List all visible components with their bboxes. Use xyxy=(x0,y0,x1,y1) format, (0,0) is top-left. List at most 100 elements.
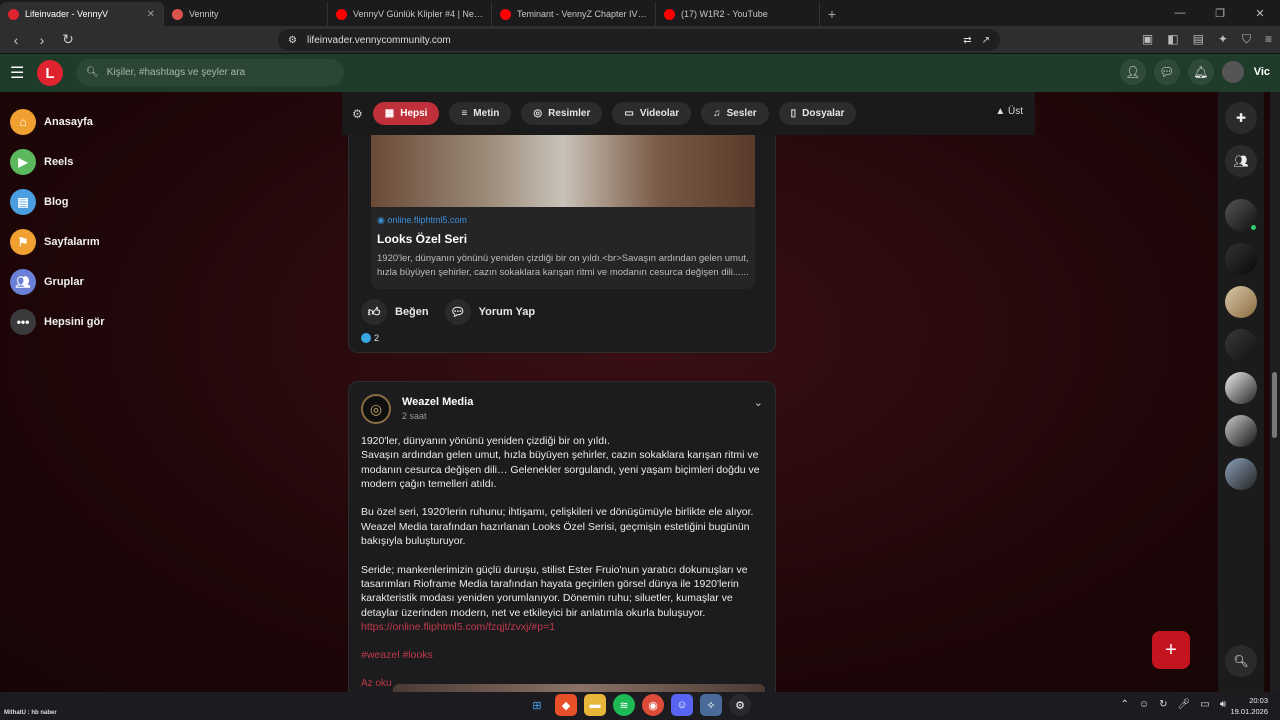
scrollbar-thumb[interactable] xyxy=(1272,372,1277,438)
browser-tab[interactable]: Teminant - VennyZ Chapter IV - YouT xyxy=(492,2,656,26)
caret-up-icon: ▲ xyxy=(995,106,1006,117)
minimize-icon[interactable]: — xyxy=(1160,0,1200,26)
filter-files[interactable]: ▯ Dosyalar xyxy=(778,102,857,125)
brave-icon[interactable]: ◆ xyxy=(555,694,577,716)
lifeinvader-logo[interactable]: L xyxy=(37,60,63,86)
browser-tab[interactable]: (17) W1R2 - YouTube xyxy=(656,2,820,26)
filter-videos[interactable]: ▭ Videolar xyxy=(612,102,692,125)
hamburger-menu-icon[interactable]: ☰ xyxy=(10,63,28,83)
post-paragraph: Bu özel seri, 1920'lerin ruhunu; ihtişam… xyxy=(361,506,754,548)
app-icon[interactable]: ✧ xyxy=(700,694,722,716)
display-icon[interactable]: ▭ xyxy=(1200,699,1209,710)
file-explorer-icon[interactable]: ▬ xyxy=(584,694,606,716)
tab-close-icon[interactable]: ✕ xyxy=(147,9,155,20)
link-preview-image xyxy=(371,135,755,207)
sidebar-item-blog[interactable]: ▤ Blog xyxy=(10,182,210,222)
scroll-top-button[interactable]: ▲ Üst xyxy=(995,106,1023,117)
filter-settings-icon[interactable]: ⚙ xyxy=(352,107,363,121)
all-icon: ▦ xyxy=(384,108,395,119)
like-button[interactable]: 👍︎ Beğen xyxy=(361,299,429,325)
notifications-icon[interactable]: 🔔︎ xyxy=(1187,59,1214,85)
taskbar: MithatU : hb naber ⊞ ◆ ▬ ≋ ◉ ☺ ✧ ⚙ ⌃ ☺ ↻… xyxy=(0,692,1280,720)
taskbar-clock[interactable]: 20:03 19.01.2026 xyxy=(1230,695,1268,717)
avatar[interactable] xyxy=(1225,243,1257,275)
avatar[interactable] xyxy=(1225,415,1257,447)
avatar[interactable] xyxy=(1225,372,1257,404)
wallet-icon[interactable]: ▤ xyxy=(1193,32,1204,47)
comment-button[interactable]: 💬︎ Yorum Yap xyxy=(444,299,536,325)
steam-icon[interactable]: ⚙ xyxy=(729,694,751,716)
volume-icon[interactable]: 🔊︎ xyxy=(1220,699,1226,710)
taskbar-status-text: MithatU : hb naber xyxy=(4,710,57,716)
new-chat-icon[interactable]: ✚ xyxy=(1225,102,1257,134)
forward-icon[interactable]: › xyxy=(34,32,50,48)
search-input[interactable] xyxy=(106,67,327,78)
post-author[interactable]: Weazel Media xyxy=(402,396,473,408)
post-hashtags[interactable]: #weazel #looks xyxy=(361,648,765,662)
chevron-up-icon[interactable]: ⌃ xyxy=(1121,699,1129,710)
sidebar-item-reels[interactable]: ▶ Reels xyxy=(10,142,210,182)
shield-icon[interactable]: ⛉ xyxy=(1242,32,1251,47)
spotify-icon[interactable]: ≋ xyxy=(613,694,635,716)
filter-label: Resimler xyxy=(548,108,591,119)
close-window-icon[interactable]: ✕ xyxy=(1240,0,1280,26)
reaction-summary[interactable]: 2 xyxy=(361,333,379,343)
reload-icon[interactable]: ↻ xyxy=(60,31,76,48)
username[interactable]: Vic xyxy=(1254,66,1270,78)
filter-all[interactable]: ▦ Hepsi xyxy=(372,102,440,125)
chevron-down-icon[interactable]: ⌄ xyxy=(754,396,763,409)
text-icon: ≡ xyxy=(461,108,468,119)
find-people-icon[interactable]: 🔍︎ xyxy=(1225,645,1257,677)
right-rail: ✚ 👥︎ 🔍︎ xyxy=(1218,92,1264,692)
ai-icon[interactable]: ✦ xyxy=(1218,32,1228,47)
browser-tab[interactable]: Vennity xyxy=(164,2,328,26)
url-field[interactable]: ⚙ lifeinvader.vennycommunity.com ⇄ ↗ xyxy=(278,29,1000,51)
groups-icon: 👥︎ xyxy=(10,269,36,295)
search-box: 🔍︎ xyxy=(76,59,344,86)
browser-tab[interactable]: Lifeinvader - VennyV ✕ xyxy=(0,2,164,26)
avatar[interactable] xyxy=(1225,458,1257,490)
menu-icon[interactable]: ≡ xyxy=(1265,32,1272,47)
sidebar-item-anasayfa[interactable]: ⌂ Anasayfa xyxy=(10,102,210,142)
post-image[interactable] xyxy=(393,684,765,692)
filter-images[interactable]: ◎ Resimler xyxy=(521,102,603,125)
link-source: ◉ online.fliphtml5.com xyxy=(371,207,755,226)
avatar[interactable] xyxy=(1225,286,1257,318)
link-preview[interactable]: ◉ online.fliphtml5.com Looks Özel Seri 1… xyxy=(371,135,755,289)
create-post-button[interactable]: + xyxy=(1152,631,1190,669)
scrollbar[interactable] xyxy=(1270,92,1280,692)
sidebar-icon[interactable]: ◧ xyxy=(1167,32,1178,47)
translate-icon[interactable]: ⇄ xyxy=(963,35,971,46)
post-link[interactable]: https://online.fliphtml5.com/fzqjt/zvxj/… xyxy=(361,621,555,633)
avatar[interactable] xyxy=(1225,329,1257,361)
add-friend-icon[interactable]: 👥︎ xyxy=(1225,145,1257,177)
share-icon[interactable]: ↗ xyxy=(982,35,990,46)
windows-start-icon[interactable]: ⊞ xyxy=(526,694,548,716)
discord-icon[interactable]: ☺ xyxy=(671,694,693,716)
filter-label: Hepsi xyxy=(400,108,428,119)
chrome-icon[interactable]: ◉ xyxy=(642,694,664,716)
new-tab-icon[interactable]: + xyxy=(820,2,844,26)
discord-tray-icon[interactable]: ☺ xyxy=(1139,699,1149,710)
back-icon[interactable]: ‹ xyxy=(8,32,24,48)
post-time[interactable]: 2 saat xyxy=(402,411,427,421)
tab-label: Vennity xyxy=(189,9,219,19)
more-icon: ••• xyxy=(10,309,36,335)
sidebar-item-label: Anasayfa xyxy=(44,116,93,128)
weazel-avatar-icon[interactable]: ◎ xyxy=(361,394,391,424)
sync-icon[interactable]: ↻ xyxy=(1159,699,1167,710)
microphone-icon[interactable]: 🎤︎ xyxy=(1178,699,1191,710)
avatar[interactable] xyxy=(1221,61,1244,83)
sidebar-item-sayfalarim[interactable]: ⚑ Sayfalarım xyxy=(10,222,210,262)
filter-text[interactable]: ≡ Metin xyxy=(449,102,512,125)
site-info-icon[interactable]: ⚙ xyxy=(288,35,297,46)
comment-label: Yorum Yap xyxy=(478,306,536,318)
filter-sounds[interactable]: ♫ Sesler xyxy=(701,102,769,125)
browser-tab[interactable]: VennyV Günlük Klipler #4 | Neler olu xyxy=(328,2,492,26)
sidebar-item-gruplar[interactable]: 👥︎ Gruplar xyxy=(10,262,210,302)
messages-icon[interactable]: 💬︎ xyxy=(1153,59,1180,85)
friend-requests-icon[interactable]: 👤︎ xyxy=(1119,59,1146,85)
restore-icon[interactable]: ❐ xyxy=(1200,0,1240,26)
sidebar-item-hepsini-gor[interactable]: ••• Hepsini gör xyxy=(10,302,210,342)
screenshot-icon[interactable]: ▣ xyxy=(1142,32,1153,47)
